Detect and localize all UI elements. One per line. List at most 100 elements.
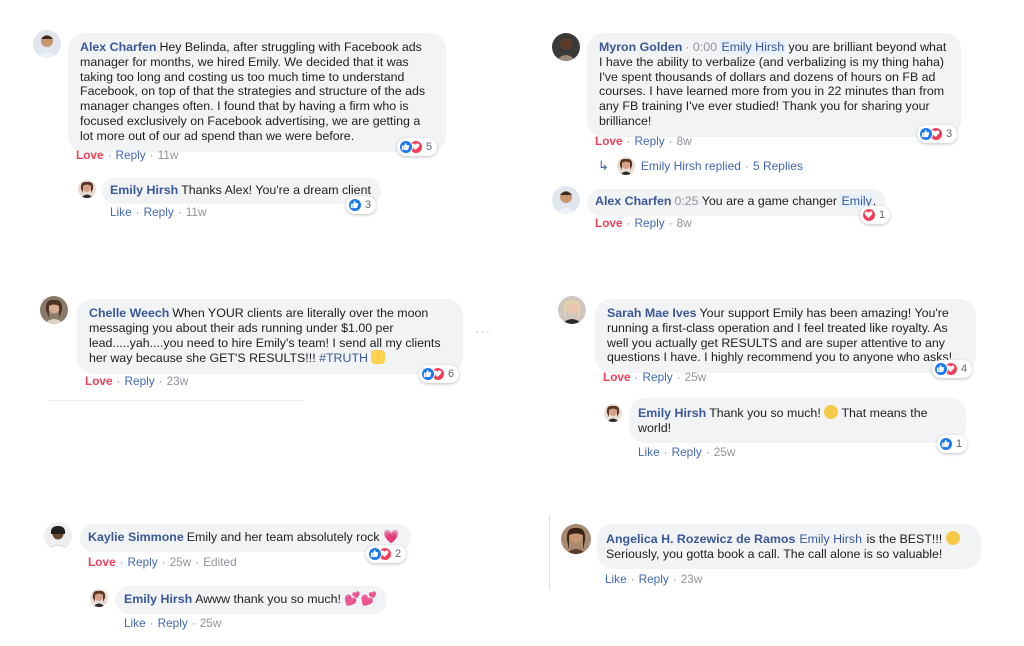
reaction-summary[interactable]: 3 — [917, 125, 958, 143]
love-button[interactable]: Love — [85, 374, 113, 388]
love-button[interactable]: Love — [603, 370, 631, 384]
love-button[interactable]: Love — [76, 148, 104, 162]
comment-time[interactable]: 8w — [677, 216, 692, 230]
reply-button[interactable]: Reply — [144, 205, 174, 219]
reaction-summary[interactable]: 6 — [419, 365, 460, 383]
comment-author[interactable]: Alex Charfen — [595, 194, 671, 208]
divider — [48, 400, 303, 401]
avatar-kaylie-simmone[interactable] — [44, 522, 72, 550]
love-button[interactable]: Love — [88, 555, 116, 569]
comment-author[interactable]: Emily Hirsh — [124, 592, 192, 606]
reaction-summary[interactable]: 3 — [346, 196, 377, 214]
comment-bubble: Alex Charfen 0:25 You are a game changer … — [587, 189, 887, 216]
reaction-summary[interactable]: 1 — [860, 206, 891, 224]
comment-time[interactable]: 11w — [186, 205, 207, 219]
comment-actions: Love · Reply · 11w — [76, 148, 179, 162]
reply-button[interactable]: Reply — [115, 148, 145, 162]
reply-button[interactable]: Reply — [642, 370, 672, 384]
comment-author[interactable]: Alex Charfen — [80, 40, 156, 54]
comment-author[interactable]: Emily Hirsh — [638, 406, 706, 420]
comment-text: Awww thank you so much! — [195, 592, 341, 606]
comment-actions: Love · Reply · 8w — [595, 134, 692, 148]
comment-author[interactable]: Sarah Mae Ives — [607, 306, 697, 320]
comment-author[interactable]: Kaylie Simmone — [88, 530, 184, 544]
avatar-emily-hirsh[interactable] — [78, 180, 96, 198]
reaction-count: 2 — [395, 548, 402, 560]
comment-bubble: Angelica H. Rozewicz de Ramos Emily Hirsh… — [597, 524, 981, 569]
avatar-chelle-weech[interactable] — [40, 296, 68, 324]
view-replies-link[interactable]: ↳ Emily Hirsh replied · 5 Replies — [598, 157, 803, 175]
like-reaction-icon — [399, 140, 413, 154]
comment-author[interactable]: Angelica H. Rozewicz de Ramos — [606, 532, 795, 546]
more-options-icon[interactable]: ··· — [475, 324, 491, 339]
comment-text: Hey Belinda, after struggling with Faceb… — [80, 40, 426, 143]
reply-button[interactable]: Reply — [124, 374, 154, 388]
video-timestamp[interactable]: 0:25 — [674, 194, 698, 208]
mention-link[interactable]: Emily Hirsh — [720, 40, 786, 54]
raised-hands-emoji-icon — [371, 350, 386, 365]
comment-time[interactable]: 25w — [714, 445, 736, 459]
mention-link[interactable]: Emily Hirsh — [798, 532, 863, 546]
avatar-alex-charfen[interactable] — [552, 186, 580, 214]
like-button[interactable]: Like — [638, 445, 660, 459]
comment-actions: Love · Reply · 25w — [603, 370, 707, 384]
love-reaction-icon — [862, 208, 876, 222]
comment-author[interactable]: Chelle Weech — [89, 306, 169, 320]
avatar-alex-charfen[interactable] — [33, 30, 61, 58]
avatar-emily-hirsh — [616, 157, 635, 175]
video-timestamp[interactable]: · 0:00 — [685, 40, 717, 54]
avatar-emily-hirsh[interactable] — [90, 589, 108, 607]
like-reaction-icon — [421, 367, 435, 381]
comment-bubble: Myron Golden · 0:00 Emily Hirsh you are b… — [587, 33, 961, 137]
love-button[interactable]: Love — [595, 134, 623, 148]
comment-text: is the BEST!!! — [866, 532, 943, 546]
reaction-count: 4 — [961, 363, 968, 375]
replied-by-text: Emily Hirsh replied — [640, 159, 741, 173]
avatar-emily-hirsh[interactable] — [604, 404, 622, 422]
comment-time[interactable]: 23w — [167, 374, 189, 388]
reaction-count: 6 — [448, 368, 455, 380]
like-button[interactable]: Like — [110, 205, 132, 219]
avatar-sarah-mae-ives[interactable] — [558, 296, 586, 324]
comment-text: You are a game changer — [701, 194, 838, 208]
comment-time[interactable]: 8w — [677, 134, 692, 148]
comment-bubble: Chelle Weech When YOUR clients are litera… — [77, 299, 463, 375]
reply-button[interactable]: Reply — [672, 445, 702, 459]
comment-time[interactable]: 25w — [170, 555, 192, 569]
reply-bubble: Emily Hirsh Awww thank you so much! 💕💕 — [115, 586, 387, 614]
reply-button[interactable]: Reply — [639, 572, 669, 586]
hashtag-link[interactable]: #TRUTH — [319, 351, 368, 365]
replies-count[interactable]: 5 Replies — [753, 159, 803, 173]
comment-text-2: Seriously, you gotta book a call. The ca… — [606, 546, 943, 561]
comment-text: Thank you so much! — [709, 406, 821, 420]
hearts-emoji-icon: 💕💕 — [344, 591, 377, 606]
comment-time[interactable]: 11w — [158, 148, 179, 162]
comment-time[interactable]: 25w — [685, 370, 707, 384]
smile-emoji-icon — [824, 405, 839, 419]
reply-button[interactable]: Reply — [127, 555, 157, 569]
reply-bubble: Emily Hirsh Thank you so much! That means… — [629, 398, 966, 443]
avatar-myron-golden[interactable] — [552, 33, 580, 61]
comment-author[interactable]: Myron Golden — [599, 40, 682, 54]
reaction-summary[interactable]: 4 — [932, 360, 973, 378]
comment-actions: Like · Reply · 11w — [110, 205, 207, 219]
comment-time[interactable]: 23w — [681, 572, 703, 586]
reply-button[interactable]: Reply — [634, 134, 664, 148]
avatar-angelica-rozewicz[interactable] — [561, 524, 591, 554]
reply-button[interactable]: Reply — [158, 616, 188, 630]
comment-time[interactable]: 25w — [200, 616, 222, 630]
reaction-summary[interactable]: 1 — [937, 435, 968, 453]
comment-author[interactable]: Emily Hirsh — [110, 183, 178, 197]
like-reaction-icon — [919, 127, 933, 141]
reply-button[interactable]: Reply — [634, 216, 664, 230]
like-button[interactable]: Like — [124, 616, 146, 630]
reaction-summary[interactable]: 5 — [397, 138, 438, 156]
comment-text: Thanks Alex! You're a dream client — [181, 183, 371, 197]
reaction-count: 3 — [946, 128, 953, 140]
like-button[interactable]: Like — [605, 572, 627, 586]
edited-label[interactable]: Edited — [203, 555, 236, 569]
reaction-summary[interactable]: 2 — [366, 545, 407, 563]
like-reaction-icon — [934, 362, 948, 376]
reaction-count: 5 — [426, 141, 433, 153]
love-button[interactable]: Love — [595, 216, 623, 230]
